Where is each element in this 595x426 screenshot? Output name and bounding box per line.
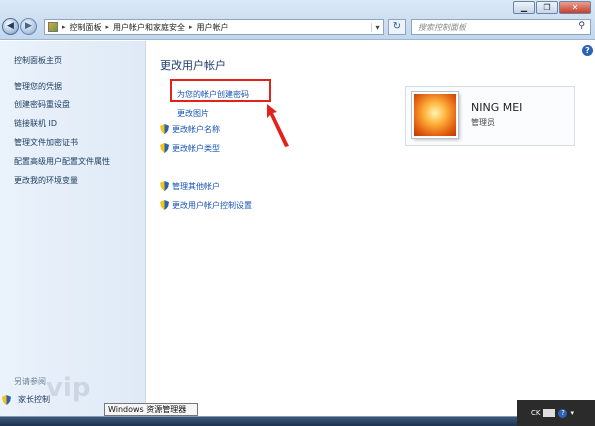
address-bar[interactable]: ▸ 控制面板 ▸ 用户帐户和家庭安全 ▸ 用户帐户 ▾ [44,19,384,35]
search-placeholder: 搜索控制面板 [418,23,466,32]
window-controls: ▁ ❐ ✕ [513,1,591,14]
taskbar-tooltip: Windows 资源管理器 [104,403,198,416]
page-title: 更改用户帐户 [160,59,226,72]
breadcrumb-control-panel[interactable]: 控制面板 [70,22,102,33]
breadcrumb-chevron-icon[interactable]: ▸ [106,23,110,31]
nav-control-panel-home[interactable]: 控制面板主页 [14,55,62,66]
see-also-heading: 另请参阅 [14,377,46,386]
minimize-button[interactable]: ▁ [513,1,535,14]
watermark: vip [46,373,91,403]
tray-expand-icon[interactable]: ▾ [570,409,574,417]
manage-other-accounts-label: 管理其他帐户 [172,182,220,191]
search-input[interactable]: 搜索控制面板 ⚲ [411,19,591,35]
maximize-button[interactable]: ❐ [536,1,558,14]
change-account-type-link[interactable]: 更改帐户类型 [160,143,220,154]
nav-manage-encryption-certs[interactable]: 管理文件加密证书 [14,137,78,148]
uac-settings-label: 更改用户帐户控制设置 [172,201,252,210]
close-button[interactable]: ✕ [559,1,591,14]
parental-controls-label: 家长控制 [18,395,50,404]
nav-create-reset-disk[interactable]: 创建密码重设盘 [14,99,70,110]
breadcrumb-chevron-icon[interactable]: ▸ [189,23,193,31]
left-nav-pane: 控制面板主页 管理您的凭据 创建密码重设盘 链接联机 ID 管理文件加密证书 配… [0,41,146,426]
back-button[interactable]: ◀ [2,18,19,35]
user-name: NING MEI [471,101,523,114]
nav-advanced-profile-properties[interactable]: 配置高级用户配置文件属性 [14,156,110,167]
refresh-button[interactable]: ↻ [388,19,406,35]
nav-change-env-variables[interactable]: 更改我的环境变量 [14,175,78,186]
tray-help-icon[interactable]: ? [558,408,568,418]
system-tray: CK ? ▾ [517,400,595,426]
change-account-type-label: 更改帐户类型 [172,144,220,153]
change-account-name-link[interactable]: 更改帐户名称 [160,124,220,135]
uac-shield-icon [160,124,169,134]
uac-shield-icon [160,143,169,153]
avatar [412,92,458,138]
change-picture-link[interactable]: 更改图片 [177,108,209,119]
user-role: 管理员 [471,118,495,127]
nav-manage-credentials[interactable]: 管理您的凭据 [14,81,62,92]
user-account-card: NING MEI 管理员 [405,86,575,146]
search-icon[interactable]: ⚲ [578,21,585,31]
input-language-indicator[interactable]: CK [531,409,540,417]
breadcrumb-user-accounts-family[interactable]: 用户帐户和家庭安全 [113,22,185,33]
refresh-icon: ↻ [392,21,402,32]
taskbar [0,416,595,426]
red-arrow-annotation [267,104,289,147]
create-password-link[interactable]: 为您的帐户创建密码 [177,89,249,100]
breadcrumb-chevron-icon[interactable]: ▸ [62,23,66,31]
manage-other-accounts-link[interactable]: 管理其他帐户 [160,181,220,192]
nav-link-online-id[interactable]: 链接联机 ID [14,118,57,129]
help-icon[interactable]: ? [582,45,593,56]
parental-controls-link[interactable]: 家长控制 [2,394,50,405]
uac-settings-link[interactable]: 更改用户帐户控制设置 [160,200,252,211]
control-panel-icon [48,22,58,32]
uac-shield-icon [2,394,11,405]
uac-shield-icon [160,181,169,191]
title-bar: ▁ ❐ ✕ ◀ ▶ ▸ 控制面板 ▸ 用户帐户和家庭安全 ▸ 用户帐户 ▾ ↻ … [0,0,595,40]
address-dropdown-icon[interactable]: ▾ [371,22,383,32]
forward-button[interactable]: ▶ [20,18,37,35]
breadcrumb-user-accounts[interactable]: 用户帐户 [197,22,229,33]
keyboard-icon[interactable] [543,409,556,417]
change-account-name-label: 更改帐户名称 [172,125,220,134]
uac-shield-icon [160,200,169,210]
